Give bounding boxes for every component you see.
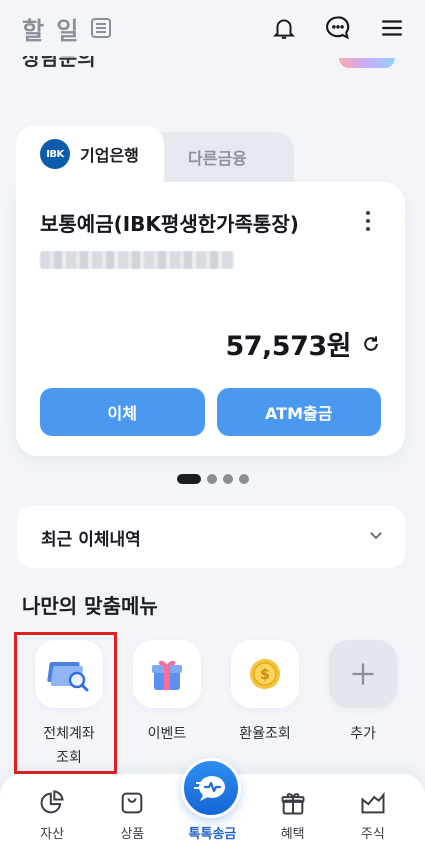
nav-item-benefits[interactable]: 혜택: [258, 789, 328, 842]
transfer-button[interactable]: 이체: [40, 388, 205, 436]
nav-item-assets[interactable]: 자산: [17, 789, 87, 842]
gift-box-icon: [133, 640, 201, 708]
menu-label-event: 이벤트: [147, 726, 187, 742]
bank-tabs: IBK 기업은행 다른금융: [16, 126, 405, 182]
custom-menu-row: 전체계좌 조회 이벤트 $ 환율조회 추가: [20, 640, 412, 770]
pie-chart-icon: [38, 789, 66, 817]
avatar[interactable]: [339, 58, 395, 68]
custom-menu-title: 나만의 맞춤메뉴: [22, 594, 158, 618]
shopping-bag-icon: [118, 789, 146, 817]
menu-item-add[interactable]: 추가: [314, 640, 412, 770]
svg-text:$: $: [260, 667, 270, 683]
nav-label-products: 상품: [120, 827, 145, 842]
account-search-icon: [35, 640, 103, 708]
pager-dot[interactable]: [206, 474, 217, 484]
menu-item-exchange-rate[interactable]: $ 환율조회: [216, 640, 314, 770]
account-card-area: IBK 기업은행 다른금융 보통예금(IBK평생한가족통장) 57,573원 이…: [16, 126, 405, 456]
nav-item-stocks[interactable]: 주식: [338, 789, 408, 842]
coin-icon: $: [231, 640, 299, 708]
menu-item-all-accounts[interactable]: 전체계좌 조회: [20, 640, 118, 770]
more-options-icon[interactable]: [357, 208, 379, 234]
pager-dot[interactable]: [222, 474, 233, 484]
tab-ibk[interactable]: IBK 기업은행: [16, 126, 164, 182]
card-pager: [0, 474, 425, 484]
menu-icon[interactable]: [377, 13, 407, 43]
account-balance: 57,573원: [225, 331, 351, 362]
nav-label-assets: 자산: [40, 827, 65, 842]
stock-chart-icon: [359, 789, 387, 817]
app-title[interactable]: 할 일: [22, 11, 81, 46]
account-card[interactable]: 보통예금(IBK평생한가족통장) 57,573원 이체 ATM출금: [16, 182, 405, 456]
tab-ibk-label: 기업은행: [80, 146, 139, 165]
card-buttons: 이체 ATM출금: [40, 388, 381, 436]
balance-row: 57,573원: [225, 324, 381, 363]
atm-withdraw-button[interactable]: ATM출금: [216, 388, 381, 436]
menu-item-event[interactable]: 이벤트: [118, 640, 216, 770]
top-bar: 할 일: [0, 0, 425, 56]
nav-item-products[interactable]: 상품: [97, 789, 167, 842]
plus-icon: [329, 640, 397, 708]
chat-icon[interactable]: [323, 13, 353, 43]
title-group[interactable]: 할 일: [22, 11, 113, 46]
refresh-icon[interactable]: [361, 334, 381, 354]
tab-other-finance[interactable]: 다른금융: [154, 132, 294, 182]
bell-icon[interactable]: [269, 13, 299, 43]
recent-transfers-label: 최근 이체내역: [41, 529, 141, 550]
tab-other-finance-label: 다른금융: [188, 149, 247, 168]
send-chat-icon[interactable]: [181, 758, 241, 818]
menu-label-add: 추가: [350, 726, 376, 742]
account-name: 보통예금(IBK평생한가족통장): [40, 212, 299, 236]
pager-dot-active[interactable]: [176, 474, 201, 484]
nav-label-talk-transfer: 톡톡송금: [188, 827, 237, 842]
menu-label-all-accounts: 전체계좌 조회: [43, 726, 95, 766]
gift-icon: [279, 789, 307, 817]
menu-label-exchange-rate: 환율조회: [239, 726, 291, 742]
chevron-down-icon[interactable]: [367, 526, 385, 548]
ibk-logo-icon: IBK: [40, 139, 70, 169]
recent-transfers-row[interactable]: 최근 이체내역: [17, 506, 405, 568]
nav-label-stocks: 주식: [360, 827, 385, 842]
account-number-masked: [40, 251, 234, 269]
pager-dot[interactable]: [238, 474, 249, 484]
header-actions: [269, 13, 407, 43]
nav-label-benefits: 혜택: [280, 827, 305, 842]
list-icon[interactable]: [89, 16, 113, 40]
